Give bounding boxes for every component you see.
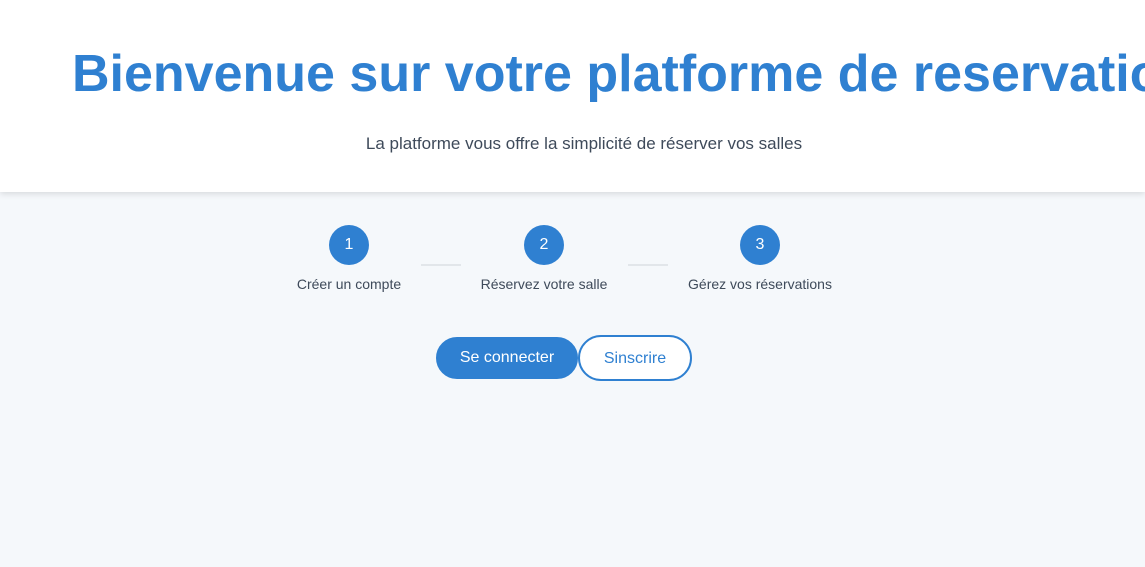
- step-label: Créer un compte: [296, 276, 402, 292]
- step-manage-bookings: 3 Gérez vos réservations: [660, 225, 860, 293]
- hero-header: Bienvenue sur votre platforme de reserva…: [0, 0, 1145, 192]
- step-create-account: 1 Créer un compte: [249, 225, 449, 293]
- step-label: Gérez vos réservations: [688, 276, 832, 292]
- step-label: Réservez votre salle: [480, 276, 608, 292]
- step-number-badge: 3: [740, 225, 780, 265]
- step-number-badge: 1: [329, 225, 369, 265]
- step-book-room: 2 Réservez votre salle: [444, 225, 644, 293]
- login-button[interactable]: Se connecter: [436, 337, 578, 379]
- step-number-badge: 2: [524, 225, 564, 265]
- page-title: Bienvenue sur votre platforme de reserva…: [72, 45, 1145, 103]
- page-subtitle: La platforme vous offre la simplicité de…: [365, 134, 803, 153]
- signup-button[interactable]: Sinscrire: [578, 335, 692, 381]
